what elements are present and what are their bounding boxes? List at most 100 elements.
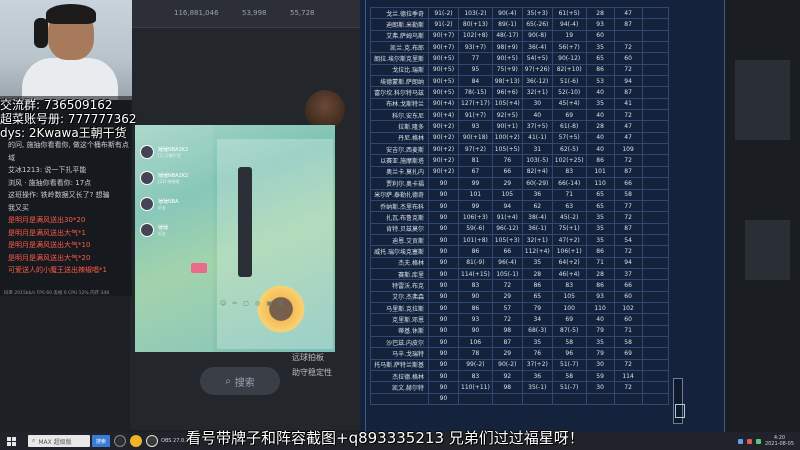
attribute-cell: 64(+2) — [551, 256, 587, 269]
attribute-cell: 98(+9) — [491, 41, 523, 54]
attribute-cell: 35(+3) — [521, 6, 553, 20]
attribute-cell: 106(+1) — [551, 245, 587, 258]
attribute-cell: 72 — [613, 63, 643, 77]
game-search-button[interactable]: ⌕ 搜索 — [200, 367, 280, 395]
player-name-cell: 贾利尔.奥卡福 — [370, 177, 429, 190]
attribute-cell — [641, 392, 669, 406]
attribute-cell: 112(+4) — [521, 245, 553, 258]
attribute-cell: 90(+5) — [428, 86, 459, 99]
table-row: 赛斯.库里 90 114(+15) 105(-1) 28 46(+4) 28 37 — [370, 267, 669, 281]
attribute-cell — [641, 211, 669, 224]
streamer-body — [22, 58, 118, 100]
tray-icon[interactable] — [746, 438, 752, 444]
table-row: 米尔萨.泰勒扎德奇 90 101 105 36 71 65 58 — [370, 188, 669, 201]
menu-item[interactable]: 远球拍板 — [292, 352, 332, 363]
attribute-cell: 100 — [551, 301, 587, 315]
attribute-cell: 90 — [428, 279, 459, 292]
attribute-cell — [641, 52, 669, 65]
attribute-cell: 89(-1) — [491, 18, 523, 31]
attribute-cell: 36(-4) — [521, 41, 553, 54]
attribute-cell: 96 — [551, 347, 587, 360]
attribute-cell — [641, 29, 669, 43]
attribute-cell: 28 — [521, 267, 553, 281]
qq-contact-item[interactable]: 锤锤NBA 好友 — [140, 197, 179, 211]
attribute-cell: 90(-8) — [521, 29, 553, 43]
attribute-cell: 90 — [428, 188, 459, 201]
attribute-cell: 86 — [585, 279, 615, 292]
attribute-cell: 28 — [585, 120, 615, 133]
chat-message: 这班操作: 铁岭数据又长了? 想骗 — [8, 191, 110, 199]
attribute-cell — [641, 154, 669, 167]
search-label: 搜索 — [234, 377, 255, 389]
taskbar-search-input[interactable]: ⌕ MAX 超级版 — [28, 435, 90, 447]
player-name-cell: 富尔坎.科尔特马兹 — [370, 86, 429, 99]
attribute-cell: 105(+3) — [491, 233, 523, 247]
attribute-cell: 36(-12) — [521, 75, 553, 88]
obs-stats: 码率 2015kb/s FPS 60 丢帧 0 CPU 12% 内存 348 — [4, 291, 110, 296]
clock[interactable]: 4:20 2021-08-05 — [765, 435, 794, 447]
attribute-cell — [641, 143, 669, 156]
qq-tool-icon[interactable]: ☰ — [278, 300, 283, 307]
attribute-cell: 127(+17) — [458, 97, 493, 111]
attribute-cell: 103(-5) — [521, 154, 553, 167]
attribute-cell: 83 — [551, 279, 587, 292]
start-button[interactable] — [0, 432, 22, 450]
qq-contact-list — [135, 125, 213, 352]
attribute-cell: 114(+15) — [458, 267, 493, 281]
chat-message: 是明月是满风送出大气*10 — [8, 241, 91, 249]
attribute-cell: 37(+5) — [521, 120, 553, 133]
obs-icon[interactable] — [146, 435, 159, 447]
currency-value: 116,881,046 — [174, 9, 219, 17]
attribute-cell: 62 — [521, 199, 553, 213]
attribute-cell: 76 — [521, 347, 553, 360]
player-attribute-table: 戈兰.德拉季奇 91(-2) 103(-2) 90(-4) 35(+3) 61(+5) 28… — [370, 6, 669, 406]
attribute-cell: 80(+13) — [458, 18, 493, 31]
chat-message: 浏风 · 施抽你看看你: 17点 — [8, 178, 92, 187]
attribute-cell: 63 — [551, 199, 587, 213]
player-name-cell: 安吉尔.西麦斯 — [370, 143, 429, 156]
scroll-thumb[interactable] — [675, 404, 685, 418]
table-row: 丹尼.格林 90(+2) 90(+18) 100(+2) 41(-1) 57(+5) 40 4… — [370, 131, 669, 145]
attribute-cell — [641, 177, 669, 190]
attribute-cell: 66 — [613, 177, 643, 190]
attribute-cell: 37 — [613, 267, 643, 281]
attribute-cell: 87(-5) — [551, 324, 587, 337]
qq-window[interactable]: 锤锤NBA2K2 [2] 王朝干货 锤锤NBA2K2 [22] 哈哈哈 锤锤NBA 好友锤… — [135, 125, 335, 352]
attribute-cell: 90 — [428, 267, 459, 281]
attribute-cell: 105(+5) — [491, 143, 523, 156]
attribute-cell: 83 — [458, 369, 493, 383]
attribute-cell: 65 — [521, 290, 553, 303]
attribute-cell: 28 — [585, 6, 615, 20]
tray-icon[interactable] — [737, 438, 743, 444]
background-panel — [735, 60, 790, 140]
player-name-cell: 特雷沃.布克 — [370, 279, 429, 292]
qq-tool-icon[interactable]: ◎ — [255, 300, 260, 307]
attribute-cell — [641, 165, 669, 179]
qq-chat-area — [217, 139, 333, 349]
player-name-cell: 蒂基.休斯 — [370, 324, 429, 337]
player-name-cell: 沙巴兹.内皮尔 — [370, 335, 429, 349]
attribute-cell: 83 — [458, 279, 493, 292]
explorer-icon[interactable] — [130, 435, 143, 447]
chat-message: 艾冰1213: 说一下扎平能 — [8, 166, 87, 174]
attribute-cell: 62(-5) — [551, 143, 587, 156]
attribute-cell: 90(+18) — [458, 131, 493, 145]
search-button[interactable]: 搜索 — [92, 435, 111, 447]
qq-tool-icon[interactable]: ✂ — [232, 300, 237, 307]
cortana-icon[interactable] — [114, 435, 127, 447]
attribute-cell: 87 — [491, 335, 523, 349]
player-name-cell: 赛斯.库里 — [370, 267, 429, 281]
table-row: 朗拉.埃尔斯克里斯 90(+5) 77 90(+5) 54(+5) 90(-12) 65 60 — [370, 52, 669, 65]
attribute-cell: 86 — [521, 279, 553, 292]
qq-contact-item[interactable]: 锤锤 好友 — [140, 223, 168, 237]
qq-tool-icon[interactable]: ▣ — [266, 300, 272, 307]
tray-icon[interactable] — [755, 438, 761, 444]
menu-item[interactable]: 助守稳定性 — [292, 367, 332, 378]
qq-contact-item[interactable]: 锤锤NBA2K2 [2] 王朝干货 — [140, 145, 188, 159]
douyu-text: dys: 2Kwawa王朝干货 — [0, 126, 127, 140]
qq-tool-icon[interactable]: ▢ — [243, 300, 249, 307]
qq-tool-icon[interactable]: ☺ — [220, 300, 226, 307]
qq-contact-item[interactable]: 锤锤NBA2K2 [22] 哈哈哈 — [140, 171, 188, 185]
table-row: 科尔.安东尼 90(+4) 91(+7) 92(+5) 40 69 40 72 — [370, 109, 669, 122]
attribute-cell — [641, 75, 669, 88]
